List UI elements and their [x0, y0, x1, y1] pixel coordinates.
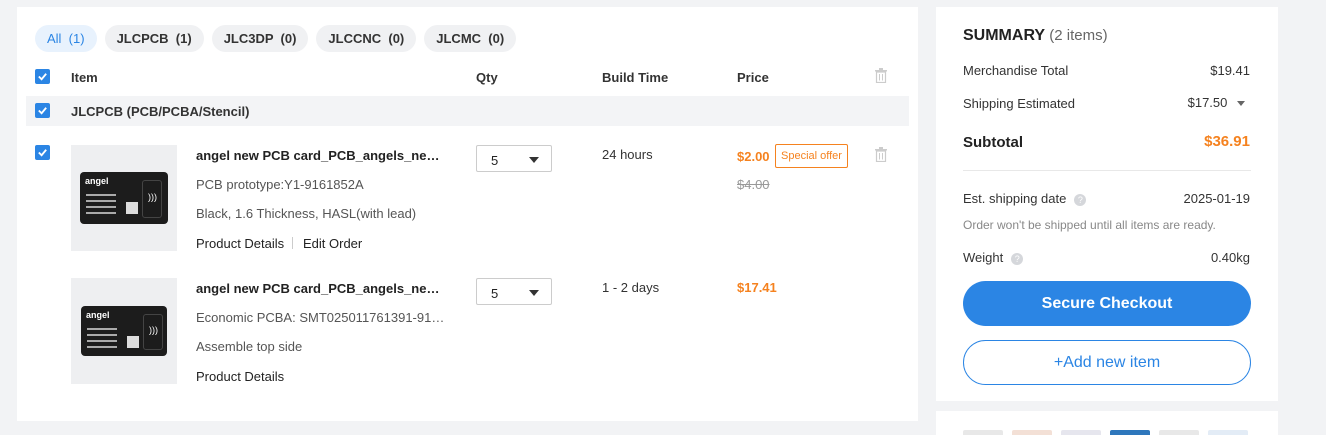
- header-build-time: Build Time: [602, 70, 669, 85]
- nfc-icon: ))): [149, 325, 158, 335]
- group-checkbox[interactable]: [35, 103, 50, 118]
- shipping-estimated-value: $17.50: [1187, 95, 1228, 110]
- shipping-note: Order won't be shipped until all items a…: [963, 218, 1216, 232]
- tab-all[interactable]: All (1): [35, 25, 97, 52]
- cart-panel: All (1) JLCPCB (1) JLC3DP (0) JLCCNC (0)…: [17, 7, 918, 421]
- merchandise-total-value: $19.41: [1210, 63, 1250, 78]
- header-qty: Qty: [476, 70, 498, 85]
- item-1-meta-1: PCB prototype:Y1-9161852A: [196, 177, 364, 192]
- header-price: Price: [737, 70, 769, 85]
- trash-icon[interactable]: [874, 147, 888, 162]
- tab-jlcmc[interactable]: JLCMC (0): [424, 25, 517, 52]
- secure-checkout-button[interactable]: Secure Checkout: [963, 281, 1251, 326]
- shipping-estimated-label: Shipping Estimated: [963, 96, 1076, 111]
- discover-icon: [1159, 430, 1199, 435]
- pcb-card-image: angel ))): [81, 306, 167, 356]
- nfc-icon: ))): [148, 192, 157, 202]
- weight-text: Weight: [963, 250, 1004, 265]
- item-2-name[interactable]: angel new PCB card_PCB_angels_new_PCB_ca…: [196, 281, 448, 296]
- item-1-qty-select[interactable]: 5: [476, 145, 552, 172]
- add-new-item-button[interactable]: +Add new item: [963, 340, 1251, 385]
- chevron-down-icon: [529, 157, 539, 163]
- item-2-meta-2: Assemble top side: [196, 339, 303, 354]
- summary-divider: [963, 170, 1251, 171]
- caret-down-icon: [1237, 101, 1245, 107]
- item-2-thumbnail[interactable]: angel ))): [71, 278, 177, 384]
- est-shipping-date-label: Est. shipping date?: [963, 191, 1087, 206]
- summary-title: SUMMARY (2 items): [963, 27, 1108, 45]
- pcb-card-image: angel ))): [80, 172, 168, 224]
- est-shipping-date-value: 2025-01-19: [1183, 191, 1251, 206]
- item-1-price: $2.00: [737, 149, 770, 164]
- amex-icon: [1110, 430, 1150, 435]
- check-icon: [38, 73, 47, 81]
- item-2-build-time: 1 - 2 days: [602, 280, 660, 295]
- weight-value: 0.40kg: [1210, 250, 1250, 265]
- category-tabs: All (1) JLCPCB (1) JLC3DP (0) JLCCNC (0)…: [35, 25, 517, 52]
- visa-icon: [963, 430, 1003, 435]
- trash-all-icon[interactable]: [874, 68, 888, 83]
- group-row-jlcpcb: JLCPCB (PCB/PCBA/Stencil): [26, 96, 909, 126]
- chevron-down-icon: [529, 290, 539, 296]
- special-offer-badge: Special offer: [775, 144, 848, 168]
- payment-methods-panel: [936, 411, 1278, 435]
- summary-panel: SUMMARY (2 items) Merchandise Total $19.…: [936, 7, 1278, 401]
- diners-icon: [1208, 430, 1248, 435]
- item-1-product-details-link[interactable]: Product Details: [196, 236, 284, 251]
- item-2-qty-select[interactable]: 5: [476, 278, 552, 305]
- item-2-price: $17.41: [737, 280, 777, 295]
- card-logo-text: angel: [86, 310, 110, 320]
- item-2-product-details-link[interactable]: Product Details: [196, 369, 284, 384]
- qty-value: 5: [491, 286, 499, 301]
- subtotal-value: $36.91: [1204, 133, 1250, 150]
- header-item: Item: [71, 70, 98, 85]
- check-icon: [38, 107, 47, 115]
- est-shipping-date-text: Est. shipping date: [963, 191, 1067, 206]
- maestro-icon: [1061, 430, 1101, 435]
- tab-jlc3dp[interactable]: JLC3DP (0): [211, 25, 309, 52]
- tab-jlccnc[interactable]: JLCCNC (0): [316, 25, 417, 52]
- check-icon: [38, 149, 47, 157]
- item-1-name[interactable]: angel new PCB card_PCB_angels_new_PCB_ca…: [196, 148, 448, 163]
- weight-label: Weight?: [963, 250, 1024, 265]
- item-1-thumbnail[interactable]: angel ))): [71, 145, 177, 251]
- tab-jlcpcb[interactable]: JLCPCB (1): [104, 25, 204, 52]
- summary-heading: SUMMARY: [963, 27, 1045, 44]
- item-2-meta-1: Economic PCBA: SMT025011761391-9161852A: [196, 310, 448, 325]
- item-1-edit-order-link[interactable]: Edit Order: [303, 236, 362, 251]
- item-1-meta-2: Black, 1.6 Thickness, HASL(with lead): [196, 206, 417, 221]
- select-all-checkbox[interactable]: [35, 69, 50, 84]
- summary-item-count: (2 items): [1049, 27, 1108, 44]
- shipping-estimated-dropdown[interactable]: $17.50: [1188, 95, 1245, 110]
- qty-value: 5: [491, 153, 499, 168]
- item-1-old-price: $4.00: [737, 177, 770, 192]
- merchandise-total-label: Merchandise Total: [963, 63, 1069, 78]
- help-icon[interactable]: ?: [1011, 252, 1024, 265]
- mastercard-icon: [1012, 430, 1052, 435]
- item-1-checkbox[interactable]: [35, 145, 50, 160]
- help-icon[interactable]: ?: [1074, 193, 1087, 206]
- subtotal-label: Subtotal: [963, 134, 1023, 151]
- group-label: JLCPCB (PCB/PCBA/Stencil): [71, 104, 250, 119]
- item-1-build-time: 24 hours: [602, 147, 653, 162]
- link-divider: [292, 237, 293, 249]
- card-logo-text: angel: [85, 176, 109, 186]
